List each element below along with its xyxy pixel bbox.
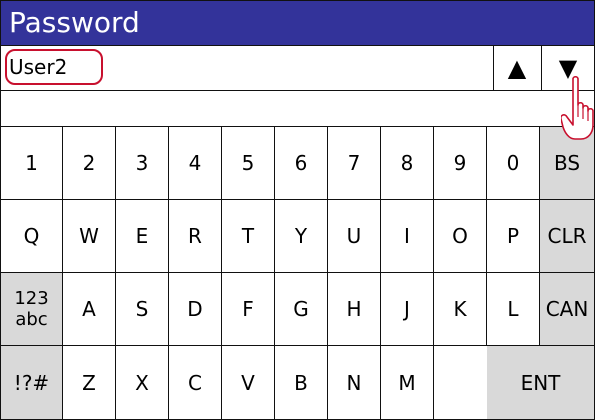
dialog-title: Password xyxy=(1,1,594,45)
key-q[interactable]: Q xyxy=(1,200,63,273)
key-5[interactable]: 5 xyxy=(222,127,275,200)
cancel-key[interactable]: CAN xyxy=(540,273,594,346)
key-9[interactable]: 9 xyxy=(434,127,487,200)
key-j[interactable]: J xyxy=(381,273,434,346)
key-t[interactable]: T xyxy=(222,200,275,273)
key-4[interactable]: 4 xyxy=(169,127,222,200)
key-b[interactable]: B xyxy=(275,346,328,419)
key-0[interactable]: 0 xyxy=(487,127,540,200)
key-p[interactable]: P xyxy=(487,200,540,273)
mode-toggle-key[interactable]: 123 abc xyxy=(1,273,63,346)
on-screen-keyboard: 1 2 3 4 5 6 7 8 9 0 B S Q W E R T Y U I O… xyxy=(1,127,594,419)
key-n[interactable]: N xyxy=(328,346,381,419)
enter-key[interactable]: ENT xyxy=(487,346,594,419)
key-v[interactable]: V xyxy=(222,346,275,419)
key-e[interactable]: E xyxy=(116,200,169,273)
key-k[interactable]: K xyxy=(434,273,487,346)
key-l[interactable]: L xyxy=(487,273,540,346)
key-i[interactable]: I xyxy=(381,200,434,273)
key-7[interactable]: 7 xyxy=(328,127,381,200)
key-8[interactable]: 8 xyxy=(381,127,434,200)
key-y[interactable]: Y xyxy=(275,200,328,273)
clear-key[interactable]: CLR xyxy=(540,200,594,273)
password-dialog: Password User2 ▲ ▼ 1 2 3 4 5 6 7 8 9 0 B… xyxy=(0,0,595,420)
password-input[interactable] xyxy=(1,91,594,127)
key-z[interactable]: Z xyxy=(63,346,116,419)
key-d[interactable]: D xyxy=(169,273,222,346)
key-r[interactable]: R xyxy=(169,200,222,273)
key-g[interactable]: G xyxy=(275,273,328,346)
key-2[interactable]: 2 xyxy=(63,127,116,200)
key-o[interactable]: O xyxy=(434,200,487,273)
user-select-bar: User2 ▲ ▼ xyxy=(1,45,594,91)
symbols-key[interactable]: !?# xyxy=(1,346,63,419)
key-a[interactable]: A xyxy=(63,273,116,346)
key-f[interactable]: F xyxy=(222,273,275,346)
key-u[interactable]: U xyxy=(328,200,381,273)
previous-user-button[interactable]: ▲ xyxy=(493,46,540,90)
key-h[interactable]: H xyxy=(328,273,381,346)
key-s[interactable]: S xyxy=(116,273,169,346)
key-1[interactable]: 1 xyxy=(1,127,63,200)
user-name-field[interactable]: User2 xyxy=(5,49,103,85)
key-6[interactable]: 6 xyxy=(275,127,328,200)
key-m[interactable]: M xyxy=(381,346,434,419)
key-3[interactable]: 3 xyxy=(116,127,169,200)
key-c[interactable]: C xyxy=(169,346,222,419)
triangle-up-icon: ▲ xyxy=(507,54,527,82)
key-x[interactable]: X xyxy=(116,346,169,419)
key-w[interactable]: W xyxy=(63,200,116,273)
pointing-hand-icon xyxy=(561,75,594,140)
